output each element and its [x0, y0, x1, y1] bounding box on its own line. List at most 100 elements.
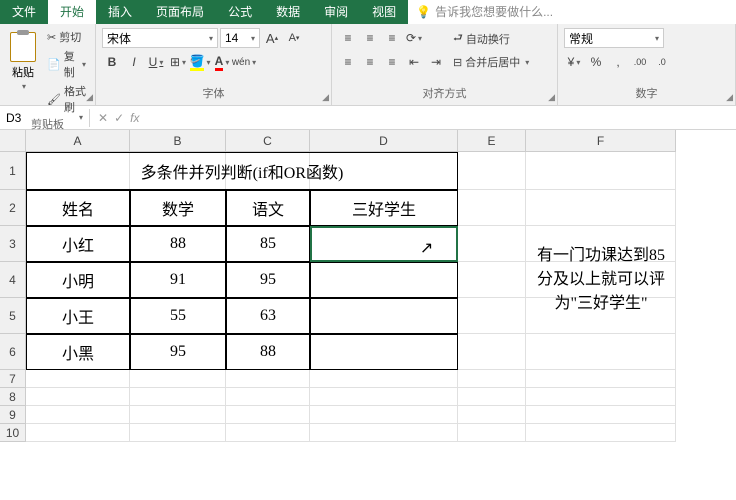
font-size-combo[interactable]: 14▾ [220, 28, 260, 48]
increase-font-button[interactable]: A▴ [262, 28, 282, 48]
align-center-button[interactable]: ≡ [360, 52, 380, 72]
cell[interactable] [310, 388, 458, 406]
table-cell[interactable]: 88 [130, 226, 226, 262]
cell[interactable] [130, 370, 226, 388]
cell[interactable] [26, 424, 130, 442]
cut-button[interactable]: ✂剪切 [44, 28, 89, 46]
row-header[interactable]: 6 [0, 334, 26, 370]
phonetic-button[interactable]: wén▾ [234, 52, 254, 72]
decrease-decimal-button[interactable]: .0 [652, 52, 672, 72]
cell[interactable] [458, 262, 526, 298]
cell[interactable] [458, 298, 526, 334]
bold-button[interactable]: B [102, 52, 122, 72]
format-painter-button[interactable]: 🖌格式刷 [44, 82, 89, 116]
cell[interactable] [458, 406, 526, 424]
cell[interactable] [226, 388, 310, 406]
tab-layout[interactable]: 页面布局 [144, 0, 216, 24]
wrap-text-button[interactable]: ⮐自动换行 [450, 28, 532, 49]
column-header[interactable]: E [458, 130, 526, 152]
orientation-button[interactable]: ⟳▾ [404, 28, 424, 48]
merge-center-button[interactable]: ⊟合并后居中▾ [450, 53, 532, 71]
increase-decimal-button[interactable]: .00 [630, 52, 650, 72]
tab-view[interactable]: 视图 [360, 0, 408, 24]
align-middle-button[interactable]: ≡ [360, 28, 380, 48]
cell[interactable] [526, 152, 676, 190]
note-cell[interactable]: 有一门功课达到85分及以上就可以评为"三好学生" [526, 226, 676, 334]
cell[interactable] [458, 190, 526, 226]
cell[interactable] [226, 370, 310, 388]
dialog-launcher-icon[interactable]: ◢ [726, 92, 733, 103]
cells-area[interactable]: 多条件并列判断(if和OR函数)姓名数学语文三好学生小红8885小明9195小王… [26, 152, 676, 442]
tell-me-search[interactable]: 💡 告诉我您想要做什么... [408, 0, 561, 24]
row-header[interactable]: 9 [0, 406, 26, 424]
decrease-font-button[interactable]: A▾ [284, 28, 304, 48]
table-cell[interactable]: 88 [226, 334, 310, 370]
font-color-button[interactable]: A▾ [212, 52, 232, 72]
cell[interactable] [458, 226, 526, 262]
table-cell[interactable]: 小红 [26, 226, 130, 262]
selected-cell[interactable] [310, 226, 458, 262]
column-header[interactable]: A [26, 130, 130, 152]
font-name-combo[interactable]: 宋体▾ [102, 28, 218, 48]
fx-button[interactable]: fx [130, 111, 139, 125]
cell[interactable] [458, 152, 526, 190]
cell[interactable] [526, 190, 676, 226]
cell[interactable] [310, 406, 458, 424]
dialog-launcher-icon[interactable]: ◢ [86, 92, 93, 103]
column-header[interactable]: F [526, 130, 676, 152]
tab-insert[interactable]: 插入 [96, 0, 144, 24]
currency-button[interactable]: ¥▾ [564, 52, 584, 72]
select-all-corner[interactable] [0, 130, 26, 152]
paste-button[interactable]: 粘贴 ▾ [6, 28, 40, 93]
cell[interactable] [526, 370, 676, 388]
decrease-indent-button[interactable]: ⇤ [404, 52, 424, 72]
column-header[interactable]: C [226, 130, 310, 152]
table-cell[interactable]: 小王 [26, 298, 130, 334]
cell[interactable] [526, 388, 676, 406]
cell[interactable] [26, 388, 130, 406]
header-cell[interactable]: 三好学生 [310, 190, 458, 226]
table-cell[interactable]: 小黑 [26, 334, 130, 370]
table-cell[interactable]: 95 [130, 334, 226, 370]
cell[interactable] [130, 424, 226, 442]
cell[interactable] [458, 424, 526, 442]
copy-button[interactable]: 📄复制▾ [44, 47, 89, 81]
tab-review[interactable]: 审阅 [312, 0, 360, 24]
header-cell[interactable]: 数学 [130, 190, 226, 226]
underline-button[interactable]: U▾ [146, 52, 166, 72]
align-left-button[interactable]: ≡ [338, 52, 358, 72]
table-cell[interactable]: 小明 [26, 262, 130, 298]
header-cell[interactable]: 姓名 [26, 190, 130, 226]
align-top-button[interactable]: ≡ [338, 28, 358, 48]
tab-data[interactable]: 数据 [264, 0, 312, 24]
dialog-launcher-icon[interactable]: ◢ [322, 92, 329, 103]
border-button[interactable]: ⊞▾ [168, 52, 188, 72]
cell[interactable] [458, 370, 526, 388]
cancel-formula-button[interactable]: ✕ [98, 111, 108, 125]
row-header[interactable]: 1 [0, 152, 26, 190]
row-header[interactable]: 7 [0, 370, 26, 388]
table-cell[interactable]: 91 [130, 262, 226, 298]
row-header[interactable]: 5 [0, 298, 26, 334]
row-header[interactable]: 4 [0, 262, 26, 298]
table-cell[interactable] [310, 298, 458, 334]
formula-bar[interactable] [147, 116, 736, 120]
cell[interactable] [310, 424, 458, 442]
accept-formula-button[interactable]: ✓ [114, 111, 124, 125]
cell[interactable] [526, 334, 676, 370]
tab-file[interactable]: 文件 [0, 0, 48, 24]
cell[interactable] [310, 370, 458, 388]
increase-indent-button[interactable]: ⇥ [426, 52, 446, 72]
cell[interactable] [226, 406, 310, 424]
row-header[interactable]: 8 [0, 388, 26, 406]
align-bottom-button[interactable]: ≡ [382, 28, 402, 48]
spreadsheet-grid[interactable]: ABCDEF 12345678910 多条件并列判断(if和OR函数)姓名数学语… [0, 130, 736, 500]
tab-formulas[interactable]: 公式 [216, 0, 264, 24]
comma-button[interactable]: , [608, 52, 628, 72]
header-cell[interactable]: 语文 [226, 190, 310, 226]
table-cell[interactable]: 55 [130, 298, 226, 334]
cell[interactable] [458, 388, 526, 406]
cell[interactable] [226, 424, 310, 442]
cell[interactable] [526, 424, 676, 442]
table-cell[interactable]: 95 [226, 262, 310, 298]
